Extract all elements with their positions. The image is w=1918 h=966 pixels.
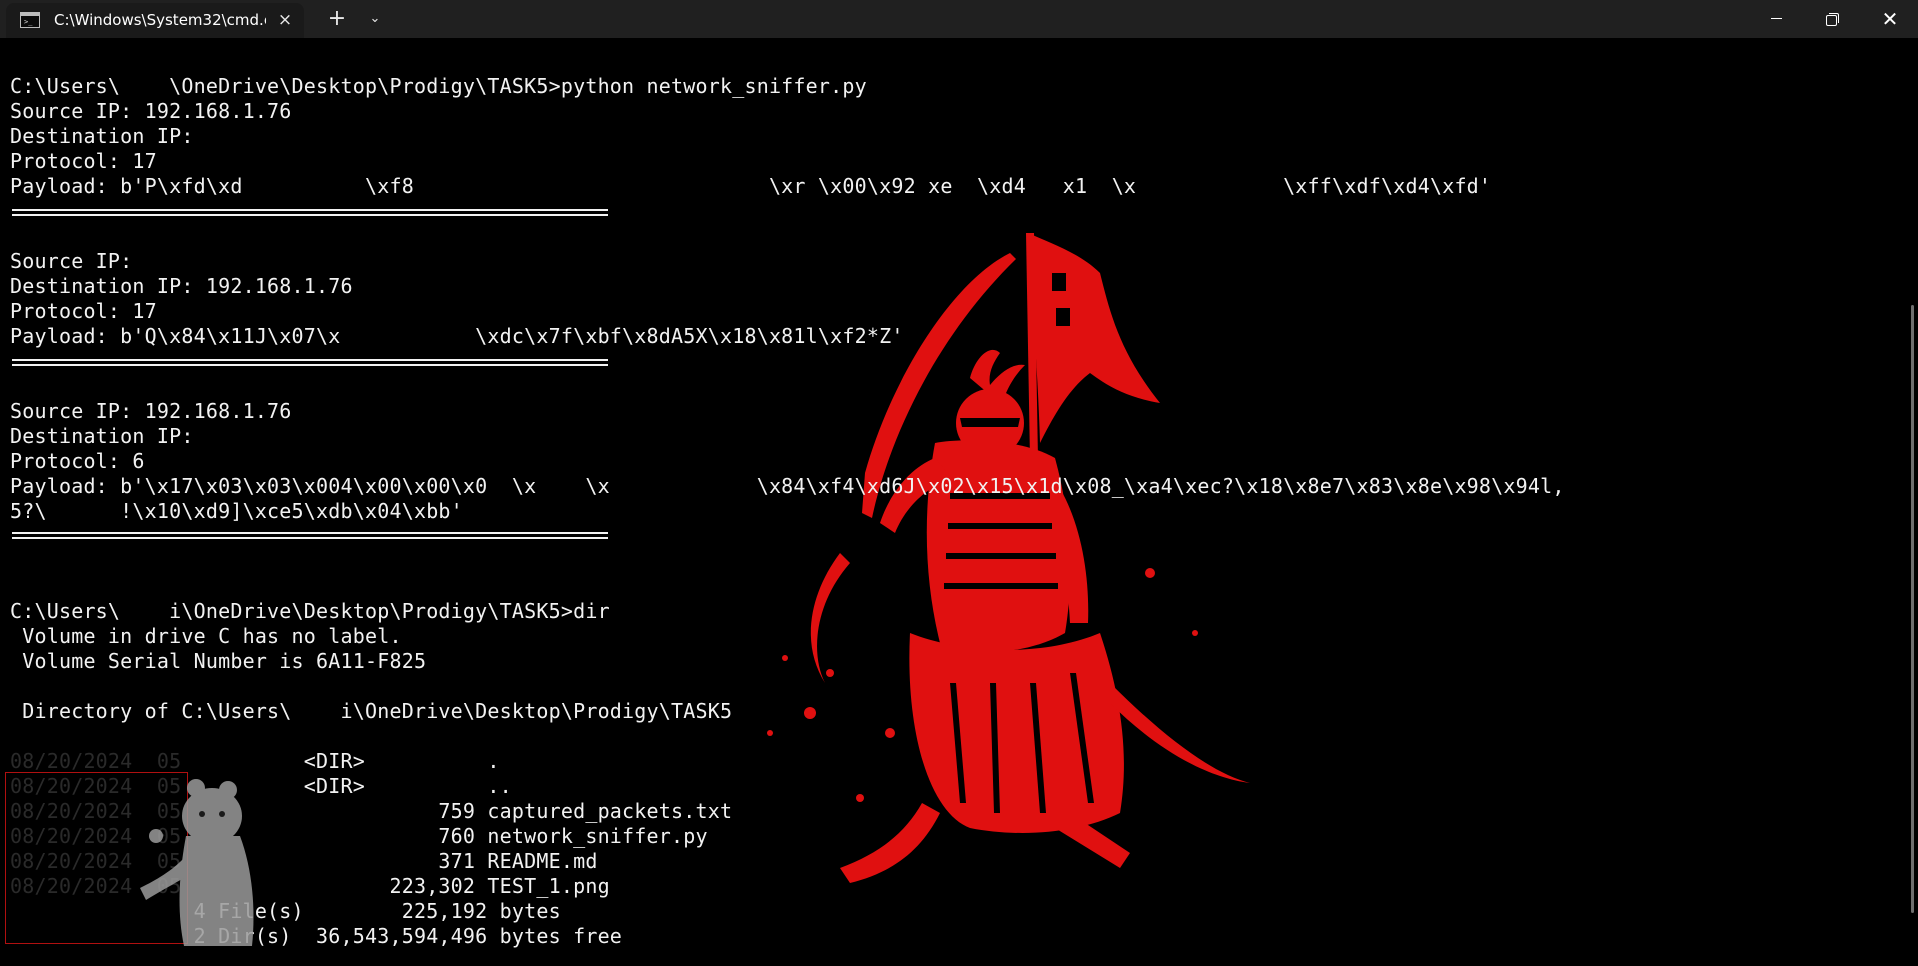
output-line: Volume in drive C has no label.	[10, 624, 402, 648]
dim-date: 08/20/2024 05	[10, 749, 182, 773]
minimize-button[interactable]	[1748, 0, 1804, 38]
output-line: Source IP:	[10, 249, 133, 273]
scrollbar[interactable]	[1911, 305, 1914, 913]
terminal-window: >_ C:\Windows\System32\cmd.e × + ⌄ ✕ C:\…	[0, 0, 1918, 966]
output-line: Volume Serial Number is 6A11-F825	[10, 649, 427, 673]
output-line: Protocol: 17	[10, 299, 157, 323]
prompt-line: C:\Users\ i\OneDrive\Desktop\Prodigy\TAS…	[10, 599, 610, 623]
minimize-icon	[1771, 18, 1782, 19]
output-line: Payload: b'\x17\x03\x03\x004\x00\x00\x0 …	[10, 474, 1565, 498]
new-tab-button[interactable]: +	[322, 4, 352, 34]
separator	[12, 209, 608, 216]
output-line: Destination IP:	[10, 124, 194, 148]
restore-button[interactable]	[1804, 0, 1860, 38]
output-line: Protocol: 17	[10, 149, 157, 173]
tab-dropdown-button[interactable]: ⌄	[360, 4, 390, 34]
output-line: Source IP: 192.168.1.76	[10, 399, 292, 423]
title-bar: >_ C:\Windows\System32\cmd.e × + ⌄ ✕	[0, 0, 1918, 38]
output-line: Protocol: 6	[10, 449, 145, 473]
close-window-button[interactable]: ✕	[1862, 0, 1918, 38]
output-line: Source IP: 192.168.1.76	[10, 99, 292, 123]
output-line: Directory of C:\Users\ i\OneDrive\Deskto…	[10, 699, 733, 723]
tab-cmd[interactable]: >_ C:\Windows\System32\cmd.e ×	[6, 3, 304, 38]
separator	[12, 359, 608, 366]
output-line: Payload: b'Q\x84\x11J\x07\x \xdc\x7f\xbf…	[10, 324, 904, 348]
output-line: 5?\ !\x10\xd9]\xce5\xdb\x04\xbb'	[10, 499, 463, 523]
output-line: Destination IP:	[10, 424, 194, 448]
output-line: Destination IP: 192.168.1.76	[10, 274, 353, 298]
bear-sticker-image	[140, 779, 254, 946]
console-output[interactable]: C:\Users\ \OneDrive\Desktop\Prodigy\TASK…	[0, 38, 1918, 966]
separator	[12, 532, 608, 539]
prompt-line: C:\Users\ \OneDrive\Desktop\Prodigy\TASK…	[10, 74, 867, 98]
samurai-background-image	[767, 233, 1250, 883]
output-line: Payload: b'P\xfd\xd \xf8 \xr \x00\x92 xe…	[10, 174, 1492, 198]
console-icon: >_	[20, 12, 40, 28]
tab-title: C:\Windows\System32\cmd.e	[54, 11, 266, 29]
close-tab-icon[interactable]: ×	[274, 9, 296, 31]
